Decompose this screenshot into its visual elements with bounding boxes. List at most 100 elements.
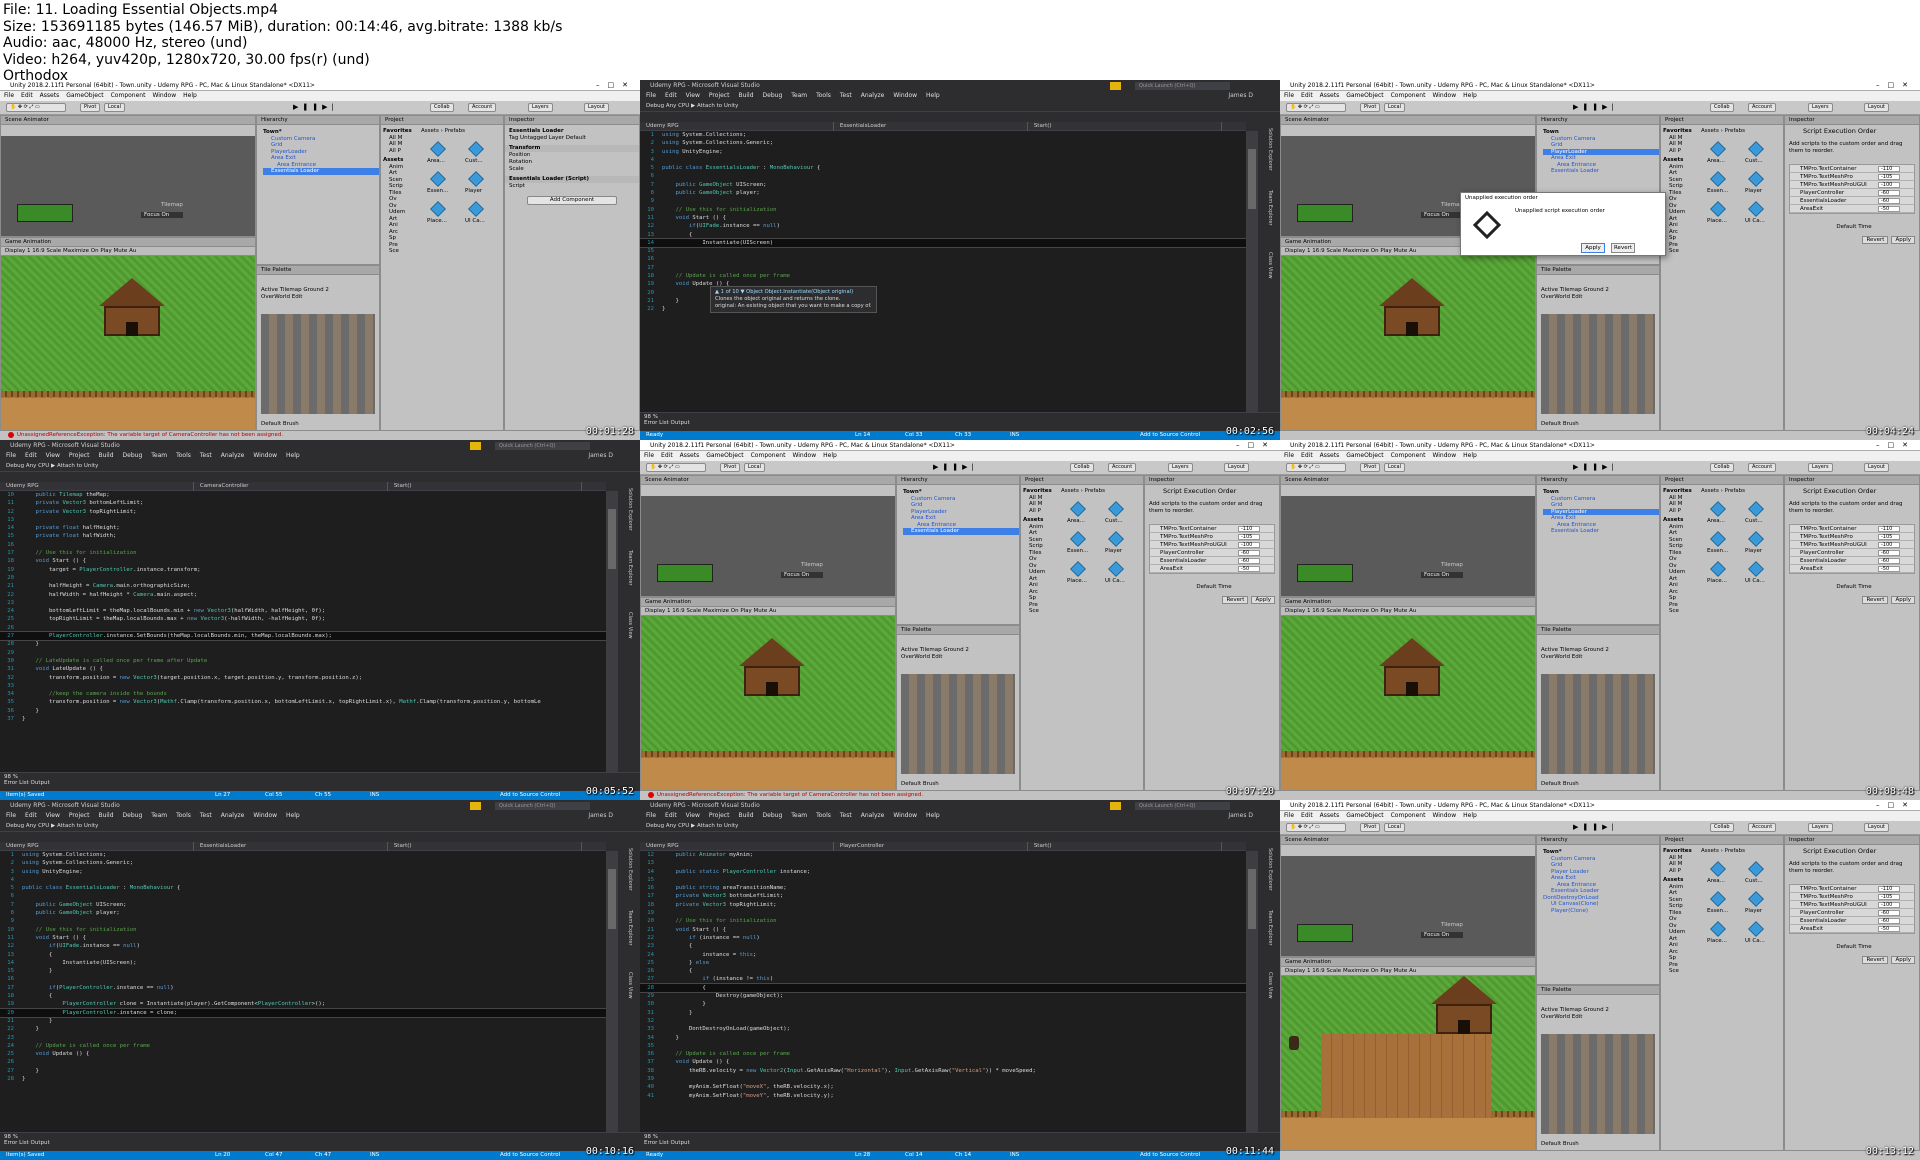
exec-order-row[interactable]: TMPro.TextMeshPro -105	[1790, 533, 1914, 541]
user-account[interactable]: James D	[1228, 91, 1253, 101]
scale-slider[interactable]: Scale	[1326, 248, 1341, 254]
nav-dropdown[interactable]: EssentialsLoader	[194, 842, 388, 851]
layers-button[interactable]: Layers	[1808, 463, 1833, 472]
nav-dropdown[interactable]: Udemy RPG	[0, 482, 194, 491]
pivot-toggle[interactable]: Pivot	[1360, 823, 1381, 832]
tab-hierarchy[interactable]: Hierarchy	[1541, 837, 1568, 843]
menu-item-project[interactable]: Project	[709, 812, 730, 819]
order-value-input[interactable]: -60	[1878, 910, 1900, 916]
vertical-scrollbar[interactable]	[1246, 851, 1258, 1132]
user-account[interactable]: James D	[588, 811, 613, 821]
menu-item-project[interactable]: Project	[709, 92, 730, 99]
exec-order-row[interactable]: AreaExit -50	[1150, 565, 1274, 573]
default-brush[interactable]: Default Brush	[257, 421, 299, 428]
default-brush[interactable]: Default Brush	[1537, 1141, 1579, 1148]
tab-tile-palette[interactable]: Tile Palette	[901, 627, 931, 633]
nav-dropdown[interactable]: Start()	[388, 482, 582, 491]
layout-button[interactable]: Layout	[584, 103, 609, 112]
menu-item-edit[interactable]: Edit	[1301, 812, 1313, 819]
menu-item-window[interactable]: Window	[1432, 812, 1456, 819]
order-value-input[interactable]: -105	[1878, 534, 1900, 540]
menu-item-edit[interactable]: Edit	[665, 92, 677, 99]
exec-order-row[interactable]: TMPro.TextMeshPro -105	[1790, 893, 1914, 901]
menu-item-component[interactable]: Component	[751, 452, 786, 459]
tab-game[interactable]: Game	[1285, 959, 1301, 965]
order-value-input[interactable]: -60	[1878, 918, 1900, 924]
tab-animation[interactable]: Animation	[1303, 959, 1331, 965]
aspect-select[interactable]: 16:9	[672, 608, 684, 614]
order-value-input[interactable]: -105	[1878, 894, 1900, 900]
menu-item-file[interactable]: File	[646, 812, 656, 819]
notification-flag-icon[interactable]	[470, 802, 481, 810]
display-select[interactable]: Display 1	[1285, 248, 1311, 254]
tab-tile-palette[interactable]: Tile Palette	[1541, 987, 1571, 993]
collab-button[interactable]: Collab	[1710, 463, 1734, 472]
breadcrumb-assets[interactable]: Assets	[1061, 488, 1079, 494]
script-field[interactable]: Script	[505, 183, 639, 190]
display-select[interactable]: Display 1	[1285, 968, 1311, 974]
transform-tools[interactable]: ✋ ✥ ⟳ ⤢ ▭	[646, 463, 706, 472]
prefab-cube-icon[interactable]	[1748, 171, 1764, 187]
menu-item-help[interactable]: Help	[926, 812, 940, 819]
menu-item-debug[interactable]: Debug	[763, 812, 783, 819]
apply-button[interactable]: Apply	[1891, 956, 1915, 964]
revert-button[interactable]: Revert	[1862, 236, 1889, 244]
tab-scene[interactable]: Scene	[1285, 117, 1302, 123]
exec-order-row[interactable]: TMPro.TextMeshProUGUI -100	[1790, 181, 1914, 189]
scene-view[interactable]: Tilemap Focus On	[641, 496, 895, 596]
prefab-cube-icon[interactable]	[1710, 891, 1726, 907]
tab-animator[interactable]: Animator	[1304, 117, 1329, 123]
exec-order-row[interactable]: EssentialsLoader -60	[1790, 557, 1914, 565]
ground-select[interactable]: Ground 2	[303, 287, 328, 293]
exec-order-row[interactable]: TMPro.TextContainer -110	[1150, 525, 1274, 533]
menu-item-analyze[interactable]: Analyze	[861, 812, 885, 819]
order-value-input[interactable]: -110	[1878, 166, 1900, 172]
order-value-input[interactable]: -110	[1878, 526, 1900, 532]
tab-inspector[interactable]: Inspector	[1789, 477, 1815, 483]
tab-tile-palette[interactable]: Tile Palette	[261, 267, 291, 273]
console-error[interactable]: UnassignedReferenceException: The variab…	[17, 432, 283, 438]
exec-order-row[interactable]: TMPro.TextMeshPro -105	[1150, 533, 1274, 541]
notification-flag-icon[interactable]	[470, 442, 481, 450]
output-tabs[interactable]: Error List Output	[644, 1140, 1276, 1146]
breadcrumb-assets[interactable]: Assets	[1701, 128, 1719, 134]
side-tab[interactable]: Class View	[1264, 972, 1273, 999]
display-select[interactable]: Display 1	[5, 248, 31, 254]
layout-button[interactable]: Layout	[1864, 103, 1889, 112]
tab-scene[interactable]: Scene	[5, 117, 22, 123]
prefab-cube-icon[interactable]	[1710, 861, 1726, 877]
menu-item-team[interactable]: Team	[151, 812, 167, 819]
prefab-cube-icon[interactable]	[1108, 531, 1124, 547]
edit-button[interactable]: Edit	[1572, 294, 1583, 300]
prefab-cube-icon[interactable]	[468, 141, 484, 157]
edit-button[interactable]: Edit	[1572, 654, 1583, 660]
layout-button[interactable]: Layout	[1224, 463, 1249, 472]
transform-tools[interactable]: ✋ ✥ ⟳ ⤢ ▭	[1286, 823, 1346, 832]
exec-order-row[interactable]: TMPro.TextMeshProUGUI -100	[1790, 541, 1914, 549]
collab-button[interactable]: Collab	[1070, 463, 1094, 472]
menu-item-analyze[interactable]: Analyze	[221, 452, 245, 459]
prefab-cube-icon[interactable]	[1710, 171, 1726, 187]
dialog-apply-button[interactable]: Apply	[1581, 243, 1605, 253]
side-tab[interactable]: Solution Explorer	[624, 488, 633, 531]
menu-item-file[interactable]: File	[644, 452, 654, 459]
output-tabs[interactable]: Error List Output	[644, 420, 1276, 426]
tab-scene[interactable]: Scene	[645, 477, 662, 483]
tab-inspector[interactable]: Inspector	[1789, 837, 1815, 843]
layout-button[interactable]: Layout	[1864, 463, 1889, 472]
tag-select[interactable]: Tag Untagged	[509, 135, 547, 141]
order-value-input[interactable]: -50	[1878, 566, 1900, 572]
tab-inspector[interactable]: Inspector	[1149, 477, 1175, 483]
tab-animator[interactable]: Animator	[664, 477, 689, 483]
menu-item-file[interactable]: File	[6, 812, 16, 819]
menu-item-window[interactable]: Window	[792, 452, 816, 459]
local-toggle[interactable]: Local	[1384, 463, 1405, 472]
hierarchy-item[interactable]: Player(Clone)	[1543, 908, 1659, 915]
menu-item-assets[interactable]: Assets	[1320, 92, 1340, 99]
vertical-scrollbar[interactable]	[1246, 131, 1258, 412]
palette-select[interactable]: OverWorld	[261, 294, 290, 300]
exec-order-row[interactable]: PlayerController -60	[1790, 909, 1914, 917]
menu-item-help[interactable]: Help	[286, 452, 300, 459]
scale-slider[interactable]: Scale	[1326, 968, 1341, 974]
menu-item-component[interactable]: Component	[111, 92, 146, 99]
